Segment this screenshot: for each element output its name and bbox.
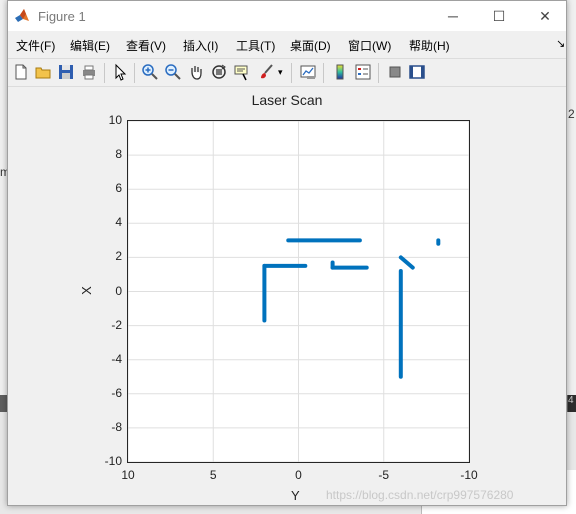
chevron-down-icon[interactable]: ▾ [278, 67, 286, 85]
brush-icon[interactable] [258, 63, 276, 81]
figure-toolbar: ▾ [8, 58, 566, 87]
save-icon[interactable] [57, 63, 75, 81]
new-figure-icon[interactable] [12, 63, 30, 81]
x-tick-label: -5 [378, 468, 390, 482]
toolbar-separator [323, 63, 324, 83]
y-tick-label: -4 [111, 351, 122, 366]
plot-axes[interactable] [127, 120, 470, 463]
menu-view[interactable]: 查看(V) [126, 37, 166, 54]
toolbar-separator [104, 63, 105, 83]
menu-insert[interactable]: 插入(I) [183, 37, 218, 54]
menu-bar: 文件(F) 编辑(E) 查看(V) 插入(I) 工具(T) 桌面(D) 窗口(W… [8, 33, 566, 57]
y-tick-label: -6 [111, 385, 122, 400]
menu-desktop[interactable]: 桌面(D) [290, 37, 331, 54]
y-tick-label: -2 [111, 317, 122, 332]
figure-window: Figure 1 ─ ☐ ✕ 文件(F) 编辑(E) 查看(V) 插入(I) 工… [7, 0, 567, 506]
y-tick-label: 6 [115, 181, 122, 196]
show-plot-tools-icon[interactable] [408, 63, 426, 81]
data-cursor-icon[interactable] [233, 63, 251, 81]
open-icon[interactable] [34, 63, 52, 81]
y-tick-label: 8 [115, 147, 122, 162]
menu-tools[interactable]: 工具(T) [236, 37, 275, 54]
maximize-button[interactable]: ☐ [476, 1, 522, 31]
toolbar-separator [378, 63, 379, 83]
menu-help[interactable]: 帮助(H) [409, 37, 450, 54]
x-tick-label: 0 [295, 468, 302, 482]
menu-window[interactable]: 窗口(W) [348, 37, 391, 54]
scan-segment [398, 255, 415, 270]
scan-plot [128, 121, 469, 462]
y-tick-label: 10 [108, 113, 122, 127]
menu-file[interactable]: 文件(F) [16, 37, 55, 54]
minimize-button[interactable]: ─ [430, 1, 476, 31]
colorbar-icon[interactable] [331, 63, 349, 81]
hide-plot-tools-icon[interactable] [386, 63, 404, 81]
zoom-in-icon[interactable] [141, 63, 159, 81]
y-tick-label: 2 [115, 249, 122, 264]
title-bar[interactable]: Figure 1 ─ ☐ ✕ [8, 1, 566, 31]
plot-title: Laser Scan [251, 92, 323, 108]
matlab-icon [15, 9, 29, 22]
x-tick-label: 5 [209, 468, 217, 482]
toolbar-separator [134, 63, 135, 83]
watermark-text: https://blog.csdn.net/crp997576280 [326, 488, 514, 502]
rotate-icon[interactable] [210, 63, 228, 81]
link-icon[interactable] [299, 63, 317, 81]
x-tick-label: 10 [121, 468, 135, 482]
background-text-fragment: 2 [568, 107, 575, 121]
legend-icon[interactable] [354, 63, 372, 81]
close-button[interactable]: ✕ [522, 1, 568, 31]
print-icon[interactable] [80, 63, 98, 81]
x-tick-label: -10 [460, 468, 478, 482]
window-title: Figure 1 [38, 9, 86, 24]
background-strip: 4 [568, 395, 576, 412]
arrow-icon[interactable]: ↘ [556, 37, 565, 50]
edit-plot-icon[interactable] [111, 63, 129, 81]
x-axis-label: Y [291, 488, 300, 503]
zoom-out-icon[interactable] [164, 63, 182, 81]
pan-icon[interactable] [187, 63, 205, 81]
menu-edit[interactable]: 编辑(E) [70, 37, 110, 54]
y-tick-label: -10 [104, 454, 122, 468]
y-tick-label: -8 [111, 419, 122, 434]
y-axis-label: X [78, 286, 94, 295]
y-tick-label: 4 [115, 215, 122, 230]
toolbar-separator [291, 63, 292, 83]
y-tick-label: 0 [115, 283, 122, 298]
